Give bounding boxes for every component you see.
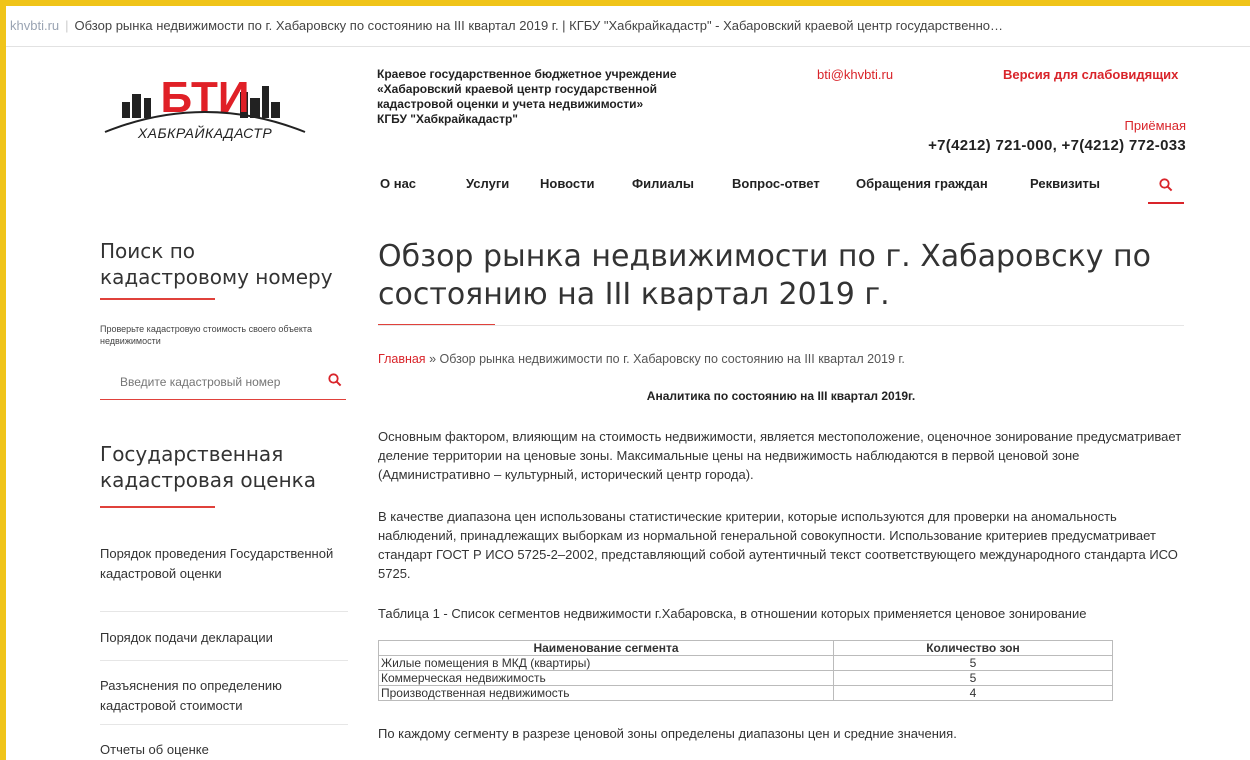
paragraph-criteria: В качестве диапазона цен использованы ст…	[378, 509, 1178, 581]
breadcrumb-separator: »	[429, 352, 437, 366]
table-row: Жилые помещения в МКД (квартиры) 5	[378, 655, 1113, 671]
cadastral-search-button[interactable]	[328, 373, 342, 390]
nav-item-faq[interactable]: Вопрос-ответ	[732, 176, 820, 191]
accessibility-version-link[interactable]: Версия для слабовидящих	[1003, 67, 1178, 82]
sidebar-link-clarifications[interactable]: Разъяснения по определению кадастровой с…	[100, 676, 340, 716]
table-row: Коммерческая недвижимость 5	[378, 670, 1113, 686]
site-logo[interactable]: БТИ ХАБКРАЙКАДАСТР	[100, 62, 310, 152]
cadastral-search-hint: Проверьте кадастровую стоимость своего о…	[100, 324, 312, 346]
cadastral-search-heading: Поиск по кадастровому номеру	[100, 239, 333, 289]
segment-name-cell: Производственная недвижимость	[378, 685, 834, 701]
search-icon	[1159, 178, 1173, 192]
site-domain: khvbti.ru	[10, 18, 60, 33]
nav-item-appeals[interactable]: Обращения граждан	[856, 176, 988, 191]
org-line: кадастровой оценки и учета недвижимости»	[377, 97, 644, 111]
nav-item-news[interactable]: Новости	[540, 176, 595, 191]
org-line: Краевое государственное бюджетное учрежд…	[377, 67, 677, 81]
email-link[interactable]: bti@khvbti.ru	[817, 67, 893, 82]
phone-numbers[interactable]: +7(4212) 721-000, +7(4212) 772-033	[928, 137, 1186, 154]
search-icon	[328, 373, 342, 387]
sidebar-link-reports[interactable]: Отчеты об оценке	[100, 740, 340, 760]
column-header: Количество зон	[833, 640, 1113, 656]
breadcrumb-current: Обзор рынка недвижимости по г. Хабаровск…	[439, 352, 905, 366]
nav-item-services[interactable]: Услуги	[466, 176, 509, 191]
nav-item-requisites[interactable]: Реквизиты	[1030, 176, 1100, 191]
sidebar-divider	[100, 724, 348, 725]
segment-name-cell: Коммерческая недвижимость	[378, 670, 834, 686]
logo-text-sub: ХАБКРАЙКАДАСТР	[137, 124, 272, 141]
paragraph-location-factor: Основным фактором, влияющим на стоимость…	[378, 429, 1182, 482]
zone-count-cell: 5	[833, 655, 1113, 671]
breadcrumb: Главная » Обзор рынка недвижимости по г.…	[378, 352, 905, 366]
organization-name: Краевое государственное бюджетное учрежд…	[377, 67, 737, 127]
sidebar-link-valuation-procedure[interactable]: Порядок проведения Государственной кадас…	[100, 544, 340, 584]
title-divider	[378, 325, 1184, 326]
column-header: Наименование сегмента	[378, 640, 834, 656]
title-separator: |	[65, 18, 69, 33]
heading-underline	[100, 298, 215, 300]
cadastral-number-input[interactable]	[100, 365, 310, 399]
page-tab-title: Обзор рынка недвижимости по г. Хабаровск…	[74, 18, 1004, 33]
main-navigation: О нас Услуги Новости Филиалы Вопрос-отве…	[380, 176, 1190, 204]
page-title: Обзор рынка недвижимости по г. Хабаровск…	[378, 239, 1151, 312]
after-table-text: По каждому сегменту в разрезе ценовой зо…	[378, 726, 957, 741]
heading-underline	[100, 506, 215, 508]
table-row: Производственная недвижимость 4	[378, 685, 1113, 701]
table-caption: Таблица 1 - Список сегментов недвижимост…	[378, 606, 1087, 621]
breadcrumb-home-link[interactable]: Главная	[378, 352, 426, 366]
cadastral-valuation-heading: Государственная кадастровая оценка	[100, 442, 316, 492]
browser-title-bar: khvbti.ru | Обзор рынка недвижимости по г.…	[6, 6, 1250, 47]
cadastral-search-box	[100, 365, 346, 400]
segments-table: Наименование сегмента Количество зон Жил…	[378, 640, 1113, 701]
sidebar-divider	[100, 660, 348, 661]
table-header-row: Наименование сегмента Количество зон	[378, 640, 1113, 656]
segment-name-cell: Жилые помещения в МКД (квартиры)	[378, 655, 834, 671]
zone-count-cell: 5	[833, 670, 1113, 686]
nav-search-button[interactable]	[1148, 172, 1184, 204]
reception-label: Приёмная	[1124, 118, 1186, 133]
org-line: КГБУ "Хабкрайкадастр"	[377, 112, 518, 126]
zone-count-cell: 4	[833, 685, 1113, 701]
analytics-heading: Аналитика по состоянию на III квартал 20…	[646, 389, 916, 403]
logo-graphic: БТИ ХАБКРАЙКАДАСТР	[104, 73, 306, 141]
sidebar-divider	[100, 611, 348, 612]
nav-item-about[interactable]: О нас	[380, 176, 416, 191]
nav-item-branches[interactable]: Филиалы	[632, 176, 694, 191]
sidebar-link-declaration[interactable]: Порядок подачи декларации	[100, 628, 340, 648]
org-line: «Хабаровский краевой центр государственн…	[377, 82, 658, 96]
